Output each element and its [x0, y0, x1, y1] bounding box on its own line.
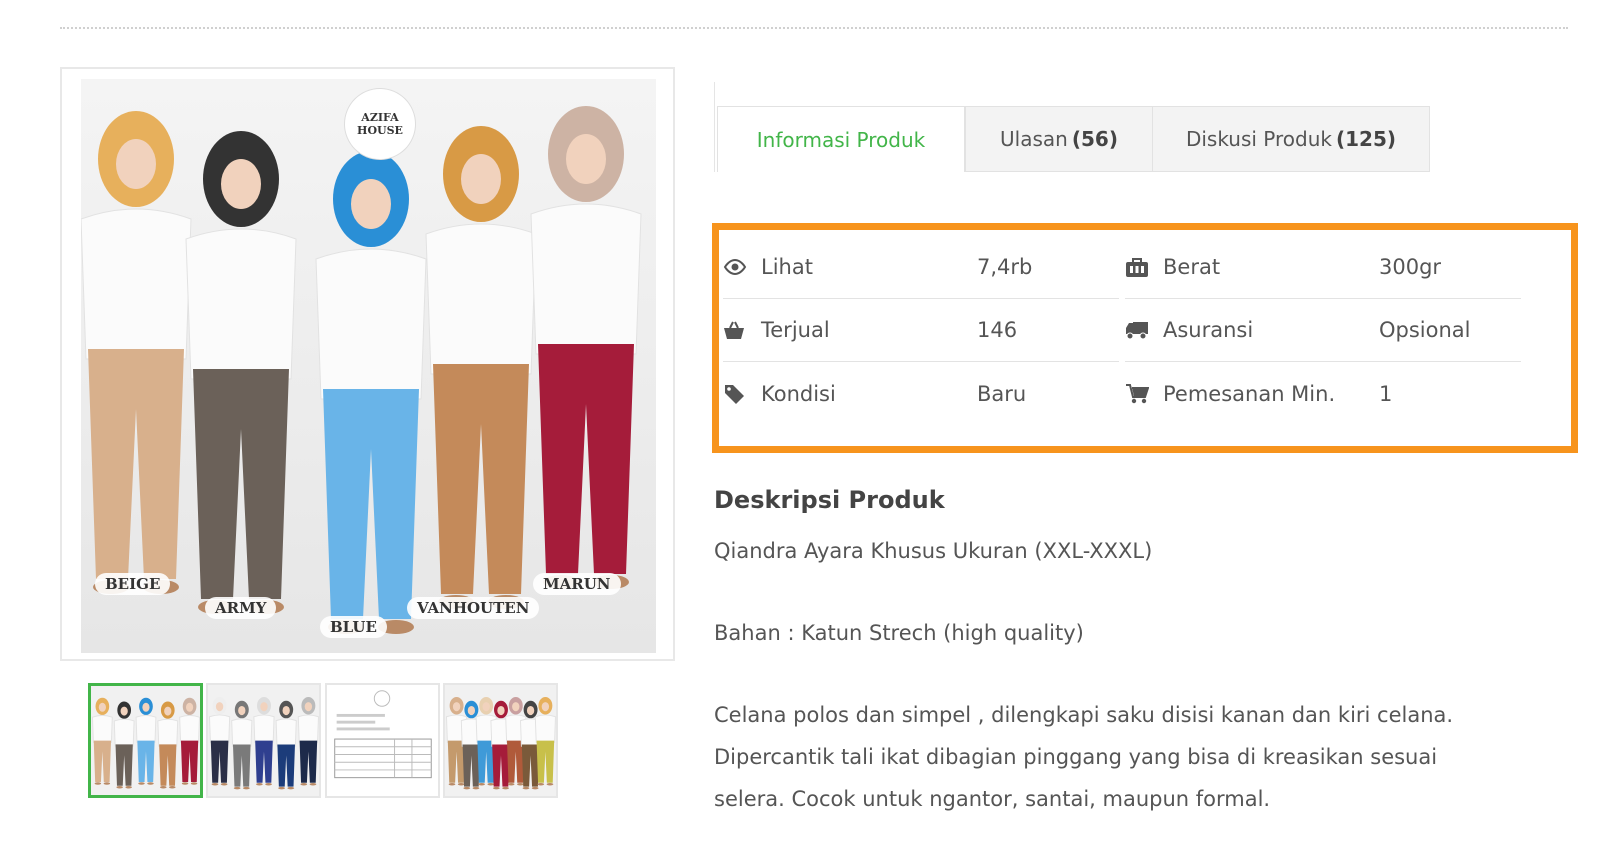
color-label-army: ARMY — [205, 597, 277, 619]
model-figure-tthumb2-4 — [297, 696, 319, 786]
tab-ulasan-count: (56) — [1071, 127, 1118, 151]
info-column-left: Lihat 7,4rb Terjual 146 Kondisi Baru — [723, 236, 1119, 425]
color-label-blue: BLUE — [320, 616, 387, 638]
info-value-kondisi: Baru — [977, 381, 1027, 406]
description-paragraph-line2: Dipercantik tali ikat dibagian pinggang … — [714, 745, 1438, 769]
color-label-vanhouten: VANHOUTEN — [407, 597, 540, 619]
cart-icon — [1125, 383, 1163, 405]
tab-diskusi-produk-label: Diskusi Produk — [1185, 127, 1332, 151]
basket-icon — [723, 320, 761, 340]
model-figure-tthumb1-1 — [113, 701, 135, 789]
model-figure-tthumb2-3 — [275, 700, 297, 790]
tab-informasi-produk-label: Informasi Produk — [756, 127, 926, 152]
main-product-image[interactable]: AZIFA HOUSE BEIGE ARMY BLUE VANHOUTEN MA… — [60, 67, 675, 661]
model-figure-tthumb4-6 — [534, 696, 556, 786]
model-figure-5 — [530, 106, 642, 589]
model-figure-tthumb1-3 — [157, 701, 179, 789]
description-line-material: Bahan : Katun Strech (high quality) — [714, 621, 1084, 645]
product-info-panel: Lihat 7,4rb Terjual 146 Kondisi Baru Ber… — [712, 223, 1578, 453]
eye-icon — [723, 259, 761, 275]
brand-logo-line1: AZIFA — [361, 111, 399, 124]
models-illustration — [81, 106, 642, 634]
description-line-product: Qiandra Ayara Khusus Ukuran (XXL-XXXL) — [714, 539, 1153, 563]
info-column-right: Berat 300gr Asuransi Opsional Pemesanan … — [1125, 236, 1521, 425]
thumbnail-4[interactable] — [443, 683, 558, 798]
info-row-lihat: Lihat 7,4rb — [723, 236, 1119, 299]
info-row-asuransi: Asuransi Opsional — [1125, 299, 1521, 362]
model-figure-tthumb2-1 — [231, 700, 253, 790]
model-figure-tthumb1-0 — [91, 697, 113, 785]
info-label-kondisi: Kondisi — [761, 381, 836, 406]
model-figure-tthumb1-2 — [135, 697, 157, 785]
info-label-terjual: Terjual — [761, 318, 830, 342]
info-label-asuransi: Asuransi — [1163, 318, 1254, 342]
tab-informasi-produk[interactable]: Informasi Produk — [717, 106, 965, 172]
description-paragraph-line3: selera. Cocok untuk ngantor, santai, mau… — [714, 787, 1271, 811]
description-paragraph-line1: Celana polos dan simpel , dilengkapi sak… — [714, 703, 1454, 727]
info-row-berat: Berat 300gr — [1125, 236, 1521, 299]
thumbnail-4-image — [446, 696, 556, 790]
description-paragraph: Celana polos dan simpel , dilengkapi sak… — [714, 694, 1574, 820]
thumbnail-3[interactable] — [325, 683, 440, 798]
info-label-berat: Berat — [1163, 255, 1221, 279]
info-value-asuransi: Opsional — [1379, 318, 1471, 342]
tag-icon — [723, 383, 761, 405]
info-row-kondisi: Kondisi Baru — [723, 362, 1119, 425]
color-label-beige: BEIGE — [95, 573, 171, 595]
tab-ulasan[interactable]: Ulasan (56) — [965, 106, 1153, 172]
info-value-berat: 300gr — [1379, 255, 1442, 279]
info-label-pemesanan-min: Pemesanan Min. — [1163, 381, 1336, 406]
info-value-terjual: 146 — [977, 318, 1018, 342]
product-photo: AZIFA HOUSE BEIGE ARMY BLUE VANHOUTEN MA… — [81, 79, 656, 653]
model-figure-tthumb2-2 — [253, 696, 275, 786]
model-figure-tthumb2-0 — [209, 696, 231, 786]
brand-logo: AZIFA HOUSE — [345, 89, 415, 159]
tab-diskusi-produk-count: (125) — [1336, 127, 1397, 151]
thumbnail-1-image — [91, 697, 200, 789]
model-figure-tthumb1-4 — [179, 697, 200, 785]
thumbnail-3-size-chart — [334, 690, 432, 779]
model-figure-4 — [425, 126, 537, 609]
product-tabs: Informasi Produk Ulasan (56) Diskusi Pro… — [714, 82, 1574, 172]
tab-ulasan-label: Ulasan — [1000, 127, 1068, 151]
model-figure-1 — [81, 111, 192, 594]
info-value-pemesanan-min: 1 — [1379, 381, 1393, 406]
model-figure-2 — [185, 131, 297, 614]
tab-diskusi-produk[interactable]: Diskusi Produk (125) — [1152, 106, 1430, 172]
thumbnail-1[interactable] — [88, 683, 203, 798]
color-label-marun: MARUN — [533, 573, 621, 595]
info-value-lihat: 7,4rb — [977, 255, 1033, 279]
info-row-pemesanan-min: Pemesanan Min. 1 — [1125, 362, 1521, 425]
brand-logo-line2: HOUSE — [357, 124, 403, 137]
thumbnail-2-image — [209, 696, 319, 790]
truck-icon — [1125, 320, 1163, 340]
thumbnail-2[interactable] — [206, 683, 321, 798]
info-row-terjual: Terjual 146 — [723, 299, 1119, 362]
model-figure-3 — [315, 151, 427, 634]
info-label-lihat: Lihat — [761, 255, 813, 279]
top-divider — [60, 27, 1568, 29]
weight-icon — [1125, 256, 1163, 278]
description-title: Deskripsi Produk — [714, 486, 945, 514]
